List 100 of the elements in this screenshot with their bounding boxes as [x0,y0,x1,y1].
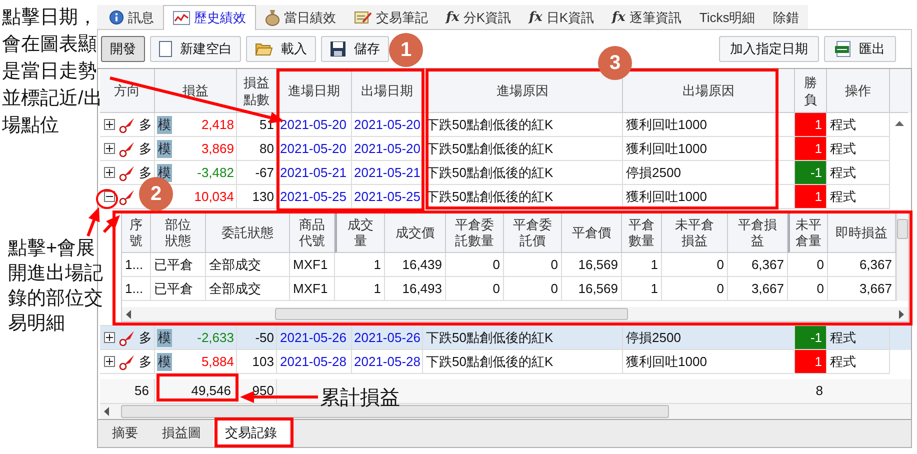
toolbar-button[interactable]: 開發 [101,36,145,62]
column-header[interactable]: 部位狀態 [151,213,206,253]
scroll-left-icon[interactable] [104,407,109,416]
scroll-up-icon[interactable] [894,121,904,126]
toolbar-button[interactable]: 匯出 [824,36,896,62]
expand-toggle[interactable] [104,332,115,343]
table-cell: 1 [335,253,385,277]
blank-page-icon [159,41,172,57]
tab[interactable]: 歷史績效 [163,5,256,30]
entry-date-link[interactable]: 2021-05-25 [277,185,352,209]
exit-date-link[interactable]: 2021-05-28 [352,350,423,374]
column-header[interactable]: 未平倉損益 [662,213,728,253]
toolbar-button[interactable]: 儲存 [321,36,389,62]
entry-date-link[interactable]: 2021-05-28 [277,350,352,374]
profit-cell-text: 10,034 [194,188,234,206]
expand-toggle[interactable] [104,356,115,367]
simulated-tag: 模 [157,164,172,182]
column-header[interactable]: 成交價 [385,213,446,253]
toolbar-button[interactable]: 載入 [246,36,316,62]
table-cell: 全部成交 [206,253,290,277]
win-loss-cell: 1 [795,137,827,161]
tab[interactable]: fx 分K資訊 [437,5,520,30]
folder-icon [255,42,273,56]
expand-toggle[interactable] [104,191,115,202]
win-loss-cell: -1 [795,326,827,350]
simulated-tag: 模 [157,352,172,370]
info-icon [109,10,124,25]
notepad-pencil-icon [354,10,372,25]
table-cell: 已平倉 [151,253,206,277]
tab[interactable]: 摘要 [100,420,150,446]
spreadsheet-icon [835,41,851,57]
arrow [86,207,100,237]
tab[interactable]: 交易筆記 [345,5,437,30]
table-cell: 0 [446,253,504,277]
profit-cell-text: 2,418 [201,116,234,134]
table-cell: 0 [788,277,828,301]
profit-cell-text: 5,884 [201,352,234,371]
points-cell: 103 [237,350,277,374]
table-cell: 1 [622,277,662,301]
fx-icon: fx [529,8,542,28]
profit-cell-text: -3,482 [197,164,234,182]
column-header[interactable]: 平倉損益 [728,213,788,253]
table-cell: 1... [122,277,151,301]
fx-icon: fx [612,8,626,28]
column-header[interactable]: 未平倉量 [788,213,828,253]
table-cell: 16,493 [385,277,446,301]
table-cell: 0 [504,253,562,277]
highlight-circle [96,189,118,209]
column-header[interactable]: 平倉委託數量 [446,213,504,253]
simulated-tag: 模 [157,140,172,158]
tab[interactable]: Ticks明細 [690,5,764,30]
expand-toggle[interactable] [104,167,115,178]
table-cell: 6,367 [728,253,788,277]
exit-date-link[interactable]: 2021-05-25 [352,185,423,209]
table-cell: 1 [622,253,662,277]
scroll-thumb[interactable] [121,405,669,418]
table-cell: 0 [662,277,728,301]
column-header[interactable]: 成交量 [335,213,385,253]
column-header[interactable]: 商品代號 [290,213,335,253]
table-cell: 已平倉 [151,277,206,301]
action-cell: 程式 [827,350,890,374]
scroll-left-icon[interactable] [126,310,131,318]
table-cell: MXF1 [290,253,335,277]
tab[interactable]: fx 逐筆資訊 [603,5,690,30]
table-cell: 1... [122,253,151,277]
table-cell: 全部成交 [206,277,290,301]
tab[interactable]: 當日績效 [256,5,345,30]
arrow [102,215,120,234]
table-cell: 0 [662,253,728,277]
column-header[interactable]: 平倉數量 [622,213,662,253]
table-row[interactable]: 多 模 -2,633 -50 2021-05-26 2021-05-26 下跌50點創低後的紅K 停損2500 -1 程式 [100,326,911,350]
tab[interactable]: 損益圖 [150,420,213,446]
simulated-tag: 模 [157,116,172,134]
expand-toggle[interactable] [104,119,115,130]
column-header[interactable]: 委託狀態 [206,213,290,253]
table-cell: 3,667 [728,277,788,301]
win-loss-cell: 1 [795,350,827,374]
tab[interactable]: 除錯 [764,5,808,30]
win-loss-cell: -1 [795,161,827,185]
table-cell: MXF1 [290,277,335,301]
toolbar-button[interactable]: 新建空白 [150,36,241,62]
column-header[interactable]: 序號 [122,213,151,253]
table-cell: 0 [788,253,828,277]
scroll-thumb[interactable] [275,308,628,320]
table-cell: 1 [335,277,385,301]
profit-cell-text: -2,633 [197,328,234,347]
scroll-thumb[interactable] [897,219,908,239]
scroll-right-icon[interactable] [899,310,904,318]
step-marker: 1 [389,33,423,67]
column-header[interactable]: 平倉委託價 [504,213,562,253]
toolbar-button[interactable]: 加入指定日期 [719,36,819,62]
table-cell: 0 [504,277,562,301]
tab[interactable]: fx 日K資訊 [520,5,604,30]
direction-text: 多 [139,352,152,371]
column-header[interactable]: 平倉價 [562,213,622,253]
simulated-tag: 模 [157,328,172,346]
direction-text: 多 [139,140,152,158]
line-chart-icon [173,11,190,25]
step-marker: 3 [598,46,632,80]
expand-toggle[interactable] [104,143,115,154]
